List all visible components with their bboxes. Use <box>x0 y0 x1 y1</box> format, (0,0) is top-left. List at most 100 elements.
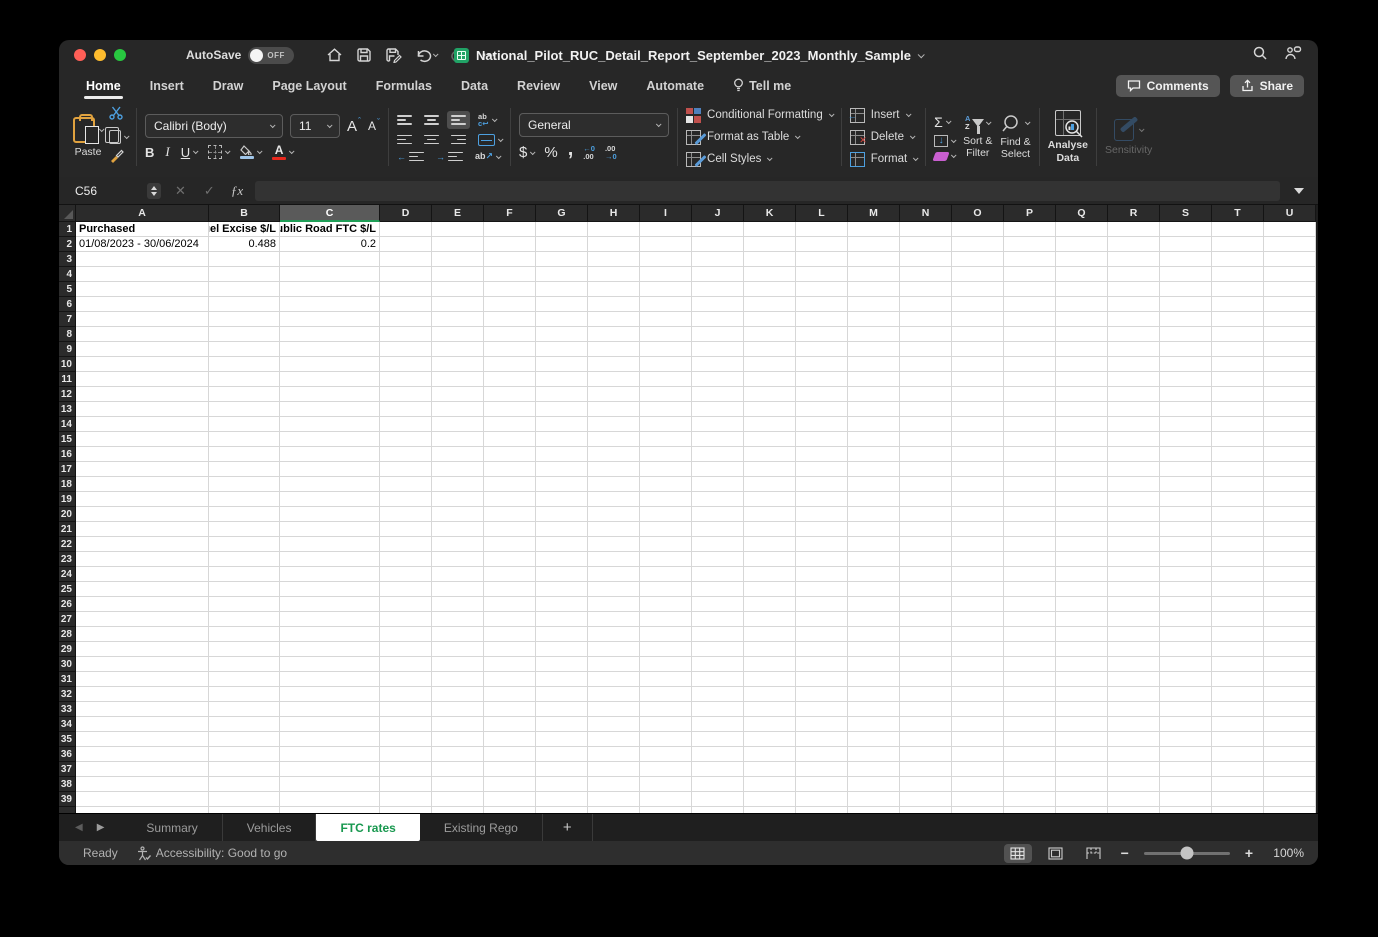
cell-Q4[interactable] <box>1056 267 1108 282</box>
cell-B8[interactable] <box>209 327 280 342</box>
cell-S29[interactable] <box>1160 642 1212 657</box>
row-header-24[interactable]: 24 <box>59 567 76 582</box>
cell-G40[interactable] <box>536 807 588 813</box>
cell-D10[interactable] <box>380 357 432 372</box>
row-header-20[interactable]: 20 <box>59 507 76 522</box>
cell-C2[interactable]: 0.2 <box>280 237 380 252</box>
cell-A12[interactable] <box>76 387 209 402</box>
cell-F16[interactable] <box>484 447 536 462</box>
column-header-G[interactable]: G <box>536 205 588 222</box>
cell-M11[interactable] <box>848 372 900 387</box>
cell-C30[interactable] <box>280 657 380 672</box>
cell-R28[interactable] <box>1108 627 1160 642</box>
cell-Q2[interactable] <box>1056 237 1108 252</box>
cell-P38[interactable] <box>1004 777 1056 792</box>
enter-icon[interactable]: ✓ <box>200 183 219 199</box>
cell-C5[interactable] <box>280 282 380 297</box>
cell-F36[interactable] <box>484 747 536 762</box>
cell-P16[interactable] <box>1004 447 1056 462</box>
cell-H31[interactable] <box>588 672 640 687</box>
cell-A22[interactable] <box>76 537 209 552</box>
cell-F14[interactable] <box>484 417 536 432</box>
decrease-indent-button[interactable]: ← <box>397 152 425 162</box>
cell-C15[interactable] <box>280 432 380 447</box>
cell-D33[interactable] <box>380 702 432 717</box>
cell-Q11[interactable] <box>1056 372 1108 387</box>
cell-R35[interactable] <box>1108 732 1160 747</box>
cell-L23[interactable] <box>796 552 848 567</box>
decrease-decimal-button[interactable]: .00 →0 <box>605 145 617 160</box>
cell-L14[interactable] <box>796 417 848 432</box>
cell-U39[interactable] <box>1264 792 1316 807</box>
cell-S4[interactable] <box>1160 267 1212 282</box>
cell-C28[interactable] <box>280 627 380 642</box>
cell-Q38[interactable] <box>1056 777 1108 792</box>
row-header-26[interactable]: 26 <box>59 597 76 612</box>
comments-button[interactable]: Comments <box>1115 74 1220 97</box>
cell-N9[interactable] <box>900 342 952 357</box>
cell-C22[interactable] <box>280 537 380 552</box>
cell-I8[interactable] <box>640 327 692 342</box>
cell-I34[interactable] <box>640 717 692 732</box>
cell-R21[interactable] <box>1108 522 1160 537</box>
cell-I20[interactable] <box>640 507 692 522</box>
cell-S14[interactable] <box>1160 417 1212 432</box>
cell-M14[interactable] <box>848 417 900 432</box>
cell-J19[interactable] <box>692 492 744 507</box>
cell-Q39[interactable] <box>1056 792 1108 807</box>
cell-G25[interactable] <box>536 582 588 597</box>
cell-D37[interactable] <box>380 762 432 777</box>
cell-F15[interactable] <box>484 432 536 447</box>
column-header-F[interactable]: F <box>484 205 536 222</box>
cell-M34[interactable] <box>848 717 900 732</box>
cut-button[interactable] <box>109 106 128 125</box>
cell-M23[interactable] <box>848 552 900 567</box>
cell-Q40[interactable] <box>1056 807 1108 813</box>
cell-I6[interactable] <box>640 297 692 312</box>
cell-G38[interactable] <box>536 777 588 792</box>
zoom-slider-thumb[interactable] <box>1180 846 1194 860</box>
cell-P34[interactable] <box>1004 717 1056 732</box>
cell-B19[interactable] <box>209 492 280 507</box>
cell-T4[interactable] <box>1212 267 1264 282</box>
cell-G21[interactable] <box>536 522 588 537</box>
cell-R8[interactable] <box>1108 327 1160 342</box>
cell-C12[interactable] <box>280 387 380 402</box>
cell-U21[interactable] <box>1264 522 1316 537</box>
cell-U1[interactable] <box>1264 222 1316 237</box>
cell-C36[interactable] <box>280 747 380 762</box>
cell-P10[interactable] <box>1004 357 1056 372</box>
cell-N4[interactable] <box>900 267 952 282</box>
cell-F18[interactable] <box>484 477 536 492</box>
cell-R16[interactable] <box>1108 447 1160 462</box>
cell-L32[interactable] <box>796 687 848 702</box>
cell-G30[interactable] <box>536 657 588 672</box>
cell-Q33[interactable] <box>1056 702 1108 717</box>
cell-L2[interactable] <box>796 237 848 252</box>
cell-H16[interactable] <box>588 447 640 462</box>
cell-D5[interactable] <box>380 282 432 297</box>
tab-insert[interactable]: Insert <box>148 73 186 99</box>
cell-K4[interactable] <box>744 267 796 282</box>
cell-I37[interactable] <box>640 762 692 777</box>
cell-D30[interactable] <box>380 657 432 672</box>
cell-C1[interactable]: Public Road FTC $/L <box>280 222 380 237</box>
cell-R26[interactable] <box>1108 597 1160 612</box>
document-title[interactable]: National_Pilot_RUC_Detail_Report_Septemb… <box>476 48 911 63</box>
zoom-window-button[interactable] <box>114 49 126 61</box>
cell-P32[interactable] <box>1004 687 1056 702</box>
cell-D39[interactable] <box>380 792 432 807</box>
cell-G26[interactable] <box>536 597 588 612</box>
row-header-38[interactable]: 38 <box>59 777 76 792</box>
cell-M13[interactable] <box>848 402 900 417</box>
cell-F5[interactable] <box>484 282 536 297</box>
cell-J20[interactable] <box>692 507 744 522</box>
borders-button[interactable] <box>208 145 231 159</box>
cell-N11[interactable] <box>900 372 952 387</box>
cell-C26[interactable] <box>280 597 380 612</box>
cell-H27[interactable] <box>588 612 640 627</box>
cell-Q14[interactable] <box>1056 417 1108 432</box>
cell-M31[interactable] <box>848 672 900 687</box>
cell-D28[interactable] <box>380 627 432 642</box>
cell-I38[interactable] <box>640 777 692 792</box>
